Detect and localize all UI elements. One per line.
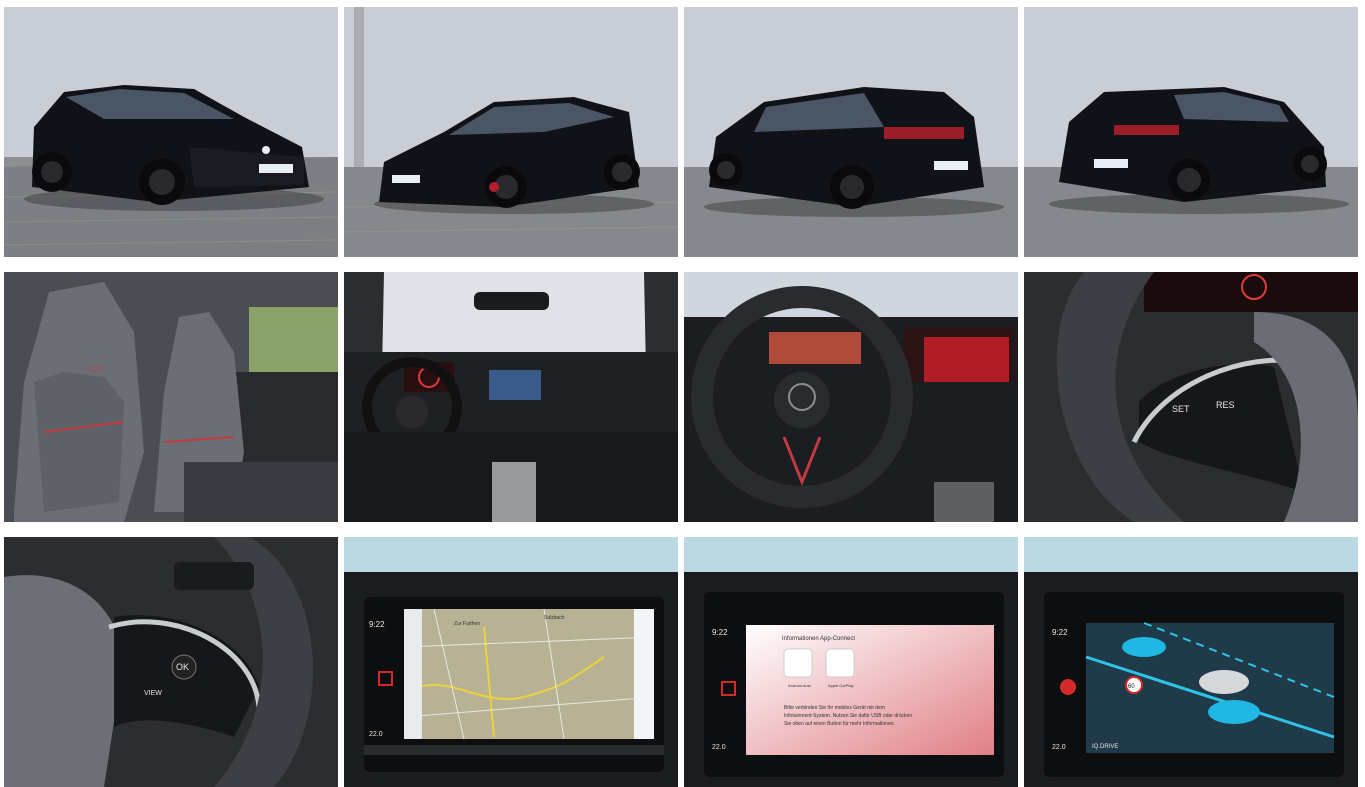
car-front-left-image xyxy=(4,7,338,257)
map-view xyxy=(404,609,654,739)
photo-exterior-front-left[interactable] xyxy=(4,7,338,257)
dashboard-wide-image xyxy=(344,272,678,522)
app-connect-panel xyxy=(746,625,994,755)
photo-interior-seats[interactable]: GTI xyxy=(4,272,338,522)
home-icon[interactable] xyxy=(1060,679,1076,695)
svg-text:GTI: GTI xyxy=(89,365,102,374)
map-place-2: Sulzbach xyxy=(544,615,565,621)
res-button: RES xyxy=(1216,400,1235,410)
photo-gallery: GTI SET RES OK VIEW 9:22 22.0 Zur Furthe… xyxy=(4,7,1358,787)
temperature-text: 22.0 xyxy=(712,744,726,751)
photo-interior-steering-wheel[interactable] xyxy=(684,272,1018,522)
photo-steering-wheel-left-buttons[interactable]: OK VIEW xyxy=(4,537,338,787)
clock-text: 9:22 xyxy=(369,620,385,629)
set-button: SET xyxy=(1172,404,1190,414)
apple-carplay-label: Apple CarPlay xyxy=(828,683,854,688)
car-rear-right-image xyxy=(1024,7,1358,257)
license-plate xyxy=(259,164,293,173)
iq-drive-screen-image: 60 IQ.DRIVE 9:22 22.0 xyxy=(1024,537,1358,787)
car-front-right-image xyxy=(344,7,678,257)
app-connect-body-3: Sie oben auf einen Button für mehr Infor… xyxy=(784,721,895,727)
map-place-1: Zur Furthen xyxy=(454,621,480,627)
temperature-text: 22.0 xyxy=(1052,744,1066,751)
app-connect-body-1: Bitte verbinden Sie Ihr mobiles Gerät mi… xyxy=(784,705,885,711)
rear-view-mirror xyxy=(474,292,549,310)
navigation-screen-image: 9:22 22.0 Zur Furthen Sulzbach xyxy=(344,537,678,787)
view-button: VIEW xyxy=(144,690,162,697)
temperature-text: 22.0 xyxy=(369,731,383,738)
photo-exterior-rear-left[interactable] xyxy=(684,7,1018,257)
android-auto-button[interactable] xyxy=(783,648,813,678)
infotainment-screen-red xyxy=(924,337,1009,382)
photo-exterior-front-right[interactable] xyxy=(344,7,678,257)
app-connect-screen-image: Informationen App-Connect Android Auto A… xyxy=(684,537,1018,787)
speed-limit-value: 60 xyxy=(1128,684,1135,690)
license-plate xyxy=(934,161,968,170)
android-auto-label: Android Auto xyxy=(788,683,812,688)
photo-infotainment-iq-drive[interactable]: 60 IQ.DRIVE 9:22 22.0 xyxy=(1024,537,1358,787)
photo-steering-wheel-right-buttons[interactable]: SET RES xyxy=(1024,272,1358,522)
license-plate xyxy=(392,175,420,183)
apple-carplay-button[interactable] xyxy=(825,648,855,678)
sport-seats-image: GTI xyxy=(4,272,338,522)
clock-text: 9:22 xyxy=(712,628,728,637)
wheel-right-buttons-image: SET RES xyxy=(1024,272,1358,522)
wheel-left-buttons-image: OK VIEW xyxy=(4,537,338,787)
license-plate xyxy=(1094,159,1128,168)
photo-infotainment-app-connect[interactable]: Informationen App-Connect Android Auto A… xyxy=(684,537,1018,787)
ok-button: OK xyxy=(176,662,189,672)
app-connect-body-2: Infotainment-System. Nutzen Sie dafür US… xyxy=(784,713,912,719)
car-rear-left-image xyxy=(684,7,1018,257)
infotainment-screen xyxy=(489,370,541,400)
photo-exterior-rear-right[interactable] xyxy=(1024,7,1358,257)
app-connect-title: Informationen App-Connect xyxy=(782,636,855,642)
photo-infotainment-navigation[interactable]: 9:22 22.0 Zur Furthen Sulzbach xyxy=(344,537,678,787)
clock-text: 9:22 xyxy=(1052,628,1068,637)
iq-drive-label: IQ.DRIVE xyxy=(1092,744,1118,750)
photo-interior-dashboard-wide[interactable] xyxy=(344,272,678,522)
steering-wheel-image xyxy=(684,272,1018,522)
